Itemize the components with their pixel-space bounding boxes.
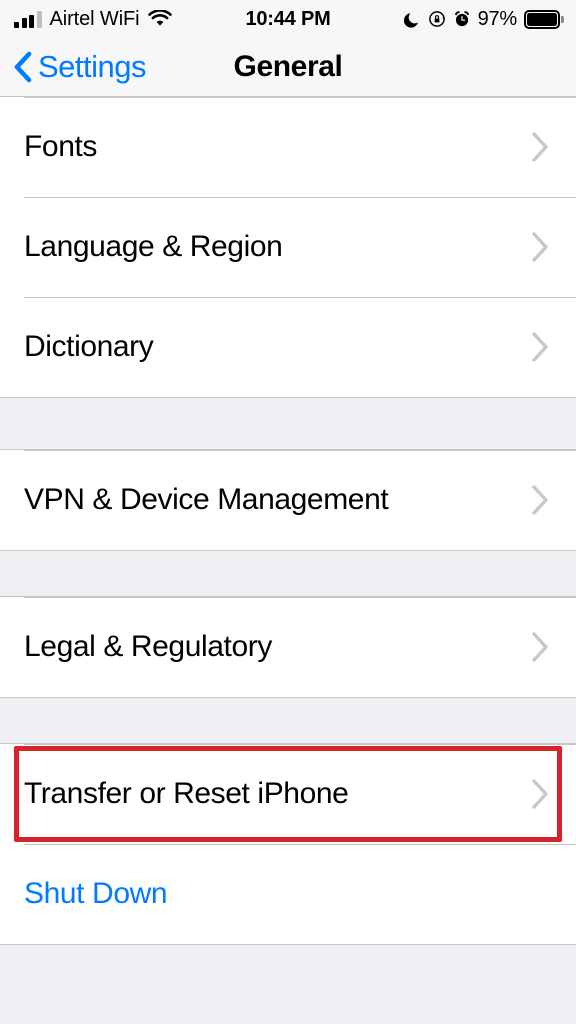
clock-label: 10:44 PM	[245, 7, 331, 30]
chevron-right-icon	[530, 131, 550, 163]
status-bar: Airtel WiFi 10:44 PM 97%	[0, 0, 576, 38]
settings-row-label: VPN & Device Management	[24, 483, 389, 516]
group-separator	[0, 697, 576, 744]
settings-row-label: Dictionary	[24, 330, 154, 363]
settings-group: Transfer or Reset iPhone Shut Down	[0, 744, 576, 944]
navigation-bar: Settings General	[0, 38, 576, 97]
battery-full-icon	[524, 9, 564, 29]
chevron-right-icon	[530, 331, 550, 363]
settings-row-label: Transfer or Reset iPhone	[24, 777, 349, 810]
group-separator	[0, 550, 576, 597]
settings-row-language-region[interactable]: Language & Region	[0, 197, 576, 297]
page-title: General	[233, 50, 343, 83]
moon-icon	[403, 11, 421, 28]
settings-row-label: Language & Region	[24, 230, 283, 263]
status-bar-right: 97%	[403, 0, 564, 38]
settings-row-transfer-or-reset-iphone[interactable]: Transfer or Reset iPhone	[0, 744, 576, 844]
alarm-clock-icon	[453, 10, 471, 28]
settings-row-legal-regulatory[interactable]: Legal & Regulatory	[0, 597, 576, 697]
chevron-right-icon	[530, 631, 550, 663]
settings-row-label: Shut Down	[24, 877, 168, 910]
settings-row-dictionary[interactable]: Dictionary	[0, 297, 576, 397]
settings-row-fonts[interactable]: Fonts	[0, 97, 576, 197]
settings-row-vpn-device-management[interactable]: VPN & Device Management	[0, 450, 576, 550]
settings-row-label: Legal & Regulatory	[24, 630, 272, 663]
rotation-lock-icon	[428, 10, 446, 28]
chevron-right-icon	[530, 484, 550, 516]
settings-group: Legal & Regulatory	[0, 597, 576, 697]
iphone-settings-screen: Airtel WiFi 10:44 PM 97% Settings Genera…	[0, 0, 576, 1024]
settings-row-shut-down[interactable]: Shut Down	[0, 844, 576, 944]
battery-percent-label: 97%	[477, 7, 518, 30]
group-separator	[0, 397, 576, 450]
chevron-right-icon	[530, 778, 550, 810]
chevron-right-icon	[530, 231, 550, 263]
settings-row-label: Fonts	[24, 130, 98, 163]
settings-group: Fonts Language & Region Dictionary	[0, 97, 576, 397]
settings-group: VPN & Device Management	[0, 450, 576, 550]
list-bottom-fill	[0, 944, 576, 1023]
settings-list: Fonts Language & Region Dictionary VPN & De…	[0, 97, 576, 1023]
